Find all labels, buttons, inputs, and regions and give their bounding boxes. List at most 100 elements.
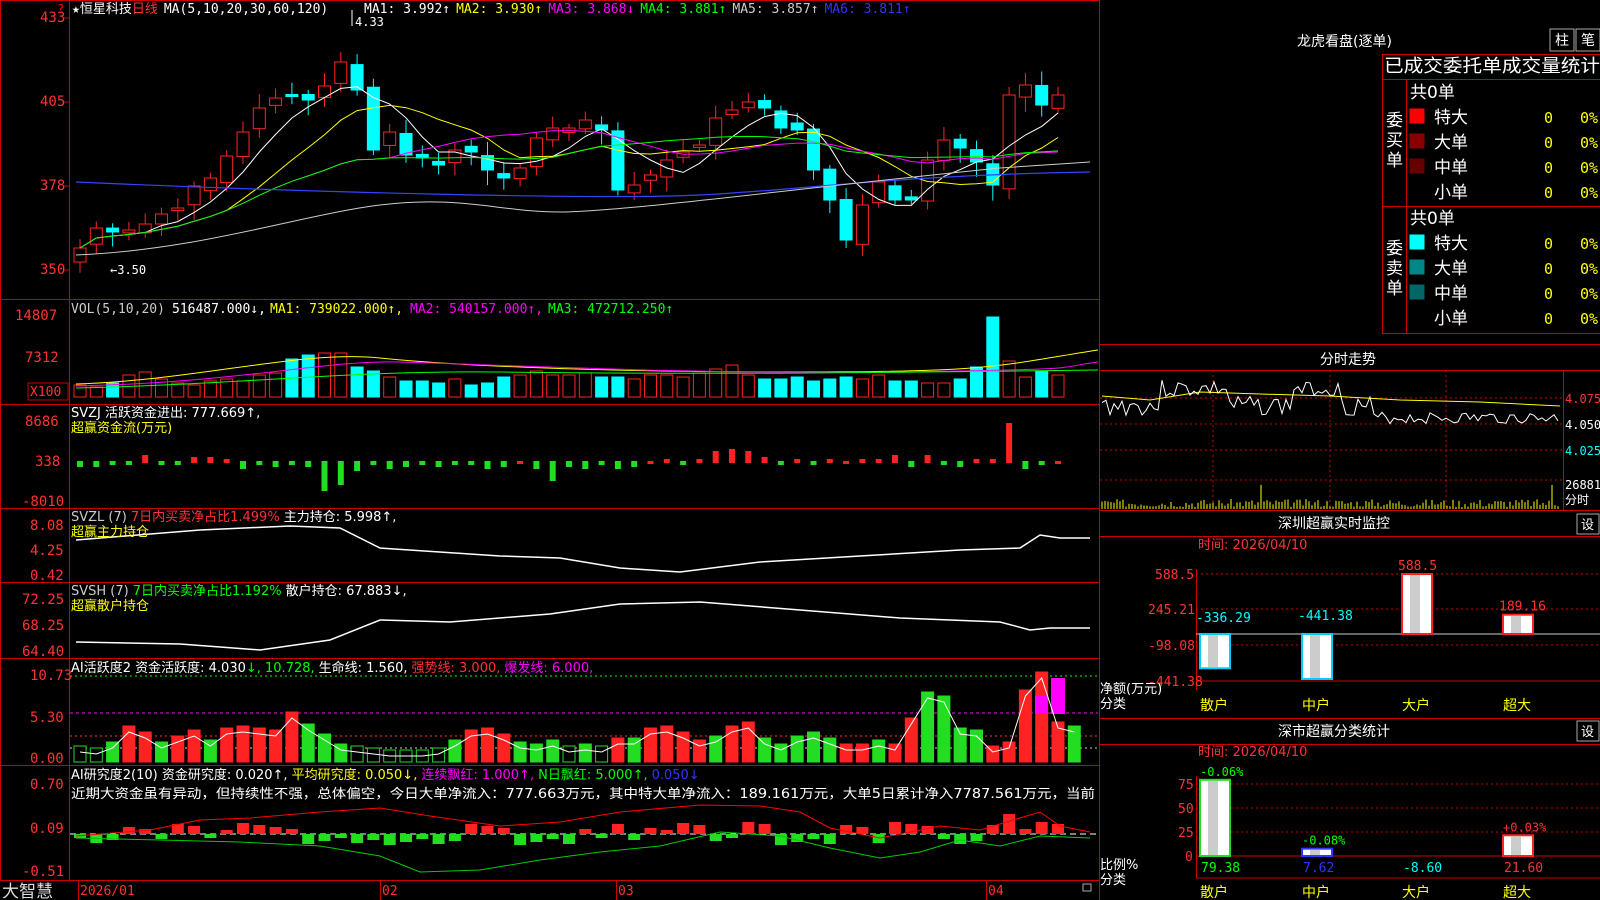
ai-active-bar	[823, 737, 837, 763]
volume-bar	[627, 378, 641, 398]
svzj-bar	[256, 461, 263, 465]
ai-research-panel[interactable]: 0.70 0.09 -0.51 AI研究度2(10) 资金研究度: 0.020↑…	[22, 767, 1098, 880]
ai-research-bar	[937, 834, 950, 839]
svg-text:4.050: 4.050	[1565, 418, 1600, 432]
ai-active-panel[interactable]: 10.73 5.30 0.00 AI活跃度2 资金活跃度: 4.030↓, 10…	[30, 660, 1098, 767]
svzj-subheader: 超赢资金流(万元)	[71, 420, 172, 436]
column-toggle-button[interactable]: 柱	[1549, 28, 1575, 52]
ai-active-bar	[921, 691, 935, 763]
stock-name: 恒星科技	[80, 2, 132, 17]
candle-body	[122, 229, 136, 234]
volume-bar	[888, 380, 902, 398]
volume-bars	[73, 316, 1065, 398]
svsh-panel[interactable]: 72.25 68.25 64.40 SVSH (7) 7日内买卖净占比1.192%…	[22, 583, 1090, 660]
intraday-chart[interactable]	[1101, 380, 1561, 509]
candle-body	[285, 94, 299, 98]
candle-body	[1035, 84, 1049, 106]
volume-bar	[497, 376, 511, 398]
svzl-panel[interactable]: 8.08 4.25 0.42 SVZL (7) 7日内买卖净占比1.499% 主力持…	[30, 509, 1090, 584]
svzj-bar	[973, 459, 980, 463]
volume-bar	[562, 374, 576, 398]
sz-classify-y-label: 比例%	[1100, 858, 1138, 873]
svzj-bar	[354, 461, 361, 471]
y-tick-350: 350	[40, 262, 65, 278]
ai-research-bar	[416, 834, 429, 839]
ai-research-bar	[465, 824, 478, 834]
intraday-y-axis: 4.075 4.050 4.025 26881 分时	[1565, 392, 1600, 507]
sz-monitor-settings-button[interactable]: 设	[1576, 513, 1600, 535]
buy-row-pct: 0%	[1580, 109, 1598, 127]
ai-research-bar	[840, 825, 853, 834]
ai-research-bar	[758, 824, 771, 834]
svzj-bar	[777, 461, 784, 465]
volume-bar	[660, 374, 674, 398]
date-label-apr: 04	[988, 884, 1004, 899]
svg-text:VOL(5,10,20): VOL(5,10,20)	[71, 302, 165, 317]
tick-toggle-button[interactable]: 笔	[1575, 28, 1600, 52]
cls-ratio-1: 7.62	[1303, 861, 1334, 876]
ai-research-bar	[709, 834, 722, 841]
candle-body	[301, 94, 315, 101]
candle-body	[252, 107, 266, 130]
svg-text:-98.08: -98.08	[1148, 639, 1195, 654]
sz-monitor-y-label: 净额(万元)	[1100, 682, 1162, 697]
svzl-subheader: 超赢主力持仓	[71, 524, 149, 540]
volume-bar	[546, 374, 560, 398]
ai-active-bar	[1035, 671, 1049, 763]
svg-text:委: 委	[1386, 111, 1403, 131]
sz-bar-shade-2	[1410, 575, 1420, 633]
ai-research-bar	[856, 827, 869, 834]
buy-row-pct: 0%	[1580, 184, 1598, 202]
buy-color-swatch-0	[1409, 108, 1425, 124]
candle-body	[692, 144, 706, 148]
volume-bar	[839, 376, 853, 398]
svsh-subheader: 超赢散户持仓	[71, 598, 149, 614]
right-panel: 龙虎看盘(逐单) 柱 笔 已成交委托单成交量统计 委 买 单 委 卖 单 共0单…	[1100, 28, 1600, 900]
candle-body	[953, 138, 967, 149]
volume-bar	[236, 380, 250, 398]
cls-bar-shade-1	[1310, 849, 1320, 855]
candle-body	[350, 64, 364, 91]
volume-bar	[741, 374, 755, 398]
svzj-y-tick-mid: 338	[35, 454, 60, 470]
candle-body	[839, 199, 853, 241]
ai-research-bar	[742, 822, 755, 834]
volume-panel[interactable]: 14807 7312 X100 VOL(5,10,20) 516487.000↓…	[15, 302, 1099, 401]
svzl-line	[75, 525, 1090, 573]
svzj-bar	[272, 461, 279, 467]
sz-classify-settings-button[interactable]: 设	[1576, 720, 1600, 742]
candle-body	[644, 174, 657, 181]
svzj-bar	[875, 459, 882, 463]
volume-bar	[855, 378, 869, 398]
svzj-bar	[614, 461, 621, 469]
candle-body	[904, 196, 918, 201]
buy-row-count: 0	[1544, 159, 1553, 177]
sz-monitor-chart[interactable]: 588.5 245.21 -98.08 -441.38 -336.29 散户 -44…	[1148, 559, 1600, 714]
ai-research-bar	[514, 834, 527, 845]
ai-research-bar	[383, 834, 396, 845]
sell-row-label: 大单	[1434, 259, 1468, 279]
svsh-y-tick-top: 72.25	[22, 592, 64, 608]
ai-research-bar	[889, 822, 901, 834]
svzj-bar	[288, 461, 295, 465]
svzj-bar	[223, 459, 230, 463]
svg-text:MA1: 739022.000↑,: MA1: 739022.000↑,	[270, 302, 403, 317]
sell-row-pct: 0%	[1580, 235, 1598, 253]
volume-bar	[807, 380, 820, 398]
ai-research-bar	[954, 834, 967, 844]
svzj-bar	[566, 461, 572, 467]
sz-classify-chart[interactable]: 75 50 25 0 -0.06% 79.38 散户 -0.08% 7.62 中户 -8.6…	[1178, 765, 1600, 900]
candle-body	[513, 167, 527, 180]
svg-text:柱: 柱	[1555, 33, 1569, 49]
sell-row-label: 小单	[1434, 309, 1468, 329]
ai-research-bar	[1019, 829, 1032, 834]
ai-active-bar	[562, 745, 576, 763]
svzj-bar	[859, 459, 866, 463]
svg-text:笔: 笔	[1581, 33, 1595, 49]
star-icon: ★	[72, 2, 80, 17]
buy-row-label: 特大	[1434, 108, 1468, 128]
svzj-bar	[696, 459, 703, 463]
ai-research-bar	[351, 834, 364, 843]
svzj-panel[interactable]: 8686 338 -8010 SVZJ 活跃资金进出: 777.669↑, 超赢…	[22, 405, 1061, 510]
kline-panel[interactable]: 433 405 378 350 ? ★恒星科技日线 MA(5,10,20,30,6…	[40, 2, 1091, 278]
